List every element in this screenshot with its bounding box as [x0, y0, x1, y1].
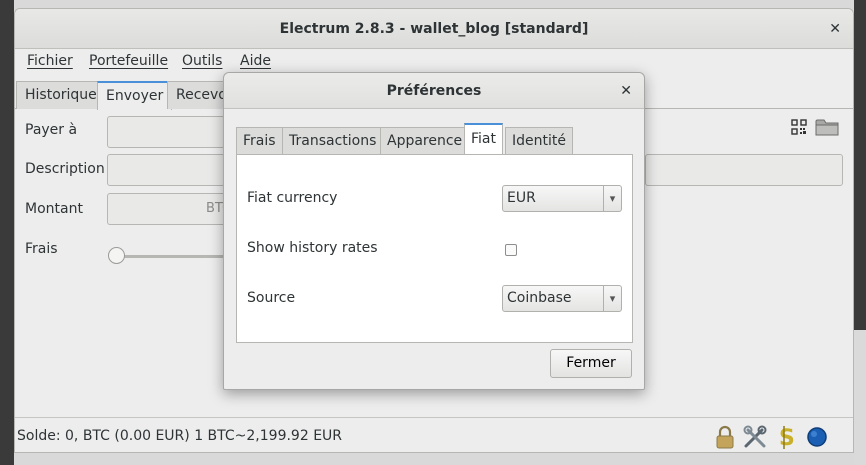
source-label: Source	[247, 290, 296, 306]
qr-code-icon[interactable]	[791, 119, 807, 135]
desktop-background-right	[854, 0, 866, 330]
fiat-currency-select[interactable]: EUR ▾	[502, 185, 622, 212]
balance-status: Solde: 0, BTC (0.00 EUR) 1 BTC~2,199.92 …	[17, 428, 343, 444]
fee-slider-handle[interactable]	[108, 247, 125, 264]
desktop-background-left	[0, 0, 14, 465]
fiat-currency-value: EUR	[507, 190, 536, 206]
lock-icon[interactable]	[712, 424, 738, 450]
tab-historique[interactable]: Historique	[16, 81, 106, 109]
menu-fichier[interactable]: Fichier	[27, 53, 73, 69]
history-rates-label: Show history rates	[247, 240, 378, 256]
tab-transactions[interactable]: Transactions	[282, 127, 384, 155]
dialog-title: Préférences	[386, 83, 482, 99]
status-bar: Solde: 0, BTC (0.00 EUR) 1 BTC~2,199.92 …	[15, 417, 853, 452]
fiat-settings-panel: Fiat currency EUR ▾ Show history rates S…	[236, 154, 633, 343]
fiat-currency-label: Fiat currency	[247, 190, 338, 206]
seed-icon[interactable]: S	[774, 424, 800, 451]
description-field-right[interactable]	[645, 154, 843, 186]
close-button[interactable]: Fermer	[550, 349, 632, 378]
tab-apparence[interactable]: Apparence	[380, 127, 470, 155]
desktop-background-lower	[854, 330, 866, 465]
amount-label: Montant	[25, 201, 83, 217]
description-label: Description	[25, 161, 105, 177]
dialog-titlebar: Préférences ✕	[224, 73, 644, 109]
source-value: Coinbase	[507, 290, 572, 306]
chevron-down-icon: ▾	[603, 286, 621, 311]
network-status-icon[interactable]	[804, 424, 830, 450]
folder-icon[interactable]	[815, 117, 839, 137]
chevron-down-icon: ▾	[603, 186, 621, 211]
tab-envoyer[interactable]: Envoyer	[97, 81, 173, 110]
tab-fiat[interactable]: Fiat	[464, 123, 503, 155]
menu-outils[interactable]: Outils	[182, 53, 222, 69]
source-select[interactable]: Coinbase ▾	[502, 285, 622, 312]
pay-to-label: Payer à	[25, 122, 78, 138]
svg-text:S: S	[779, 426, 795, 450]
menu-portefeuille[interactable]: Portefeuille	[89, 53, 168, 69]
history-rates-checkbox[interactable]	[505, 244, 517, 256]
window-close-button[interactable]: ✕	[829, 9, 841, 49]
tab-identite[interactable]: Identité	[505, 127, 573, 155]
tab-frais[interactable]: Frais	[236, 127, 283, 155]
tools-icon[interactable]	[742, 424, 768, 450]
dialog-close-button[interactable]: ✕	[620, 73, 632, 109]
fee-slider-track[interactable]	[115, 255, 235, 258]
amount-field[interactable]: BTC	[107, 193, 231, 225]
preferences-dialog: Préférences ✕ Frais Transactions Apparen…	[223, 72, 645, 390]
description-field[interactable]	[107, 154, 225, 186]
menu-aide[interactable]: Aide	[240, 53, 271, 69]
fee-label: Frais	[25, 241, 58, 257]
pay-to-field[interactable]	[107, 116, 225, 148]
titlebar: Electrum 2.8.3 - wallet_blog [standard] …	[15, 9, 853, 49]
window-title: Electrum 2.8.3 - wallet_blog [standard]	[279, 21, 589, 37]
